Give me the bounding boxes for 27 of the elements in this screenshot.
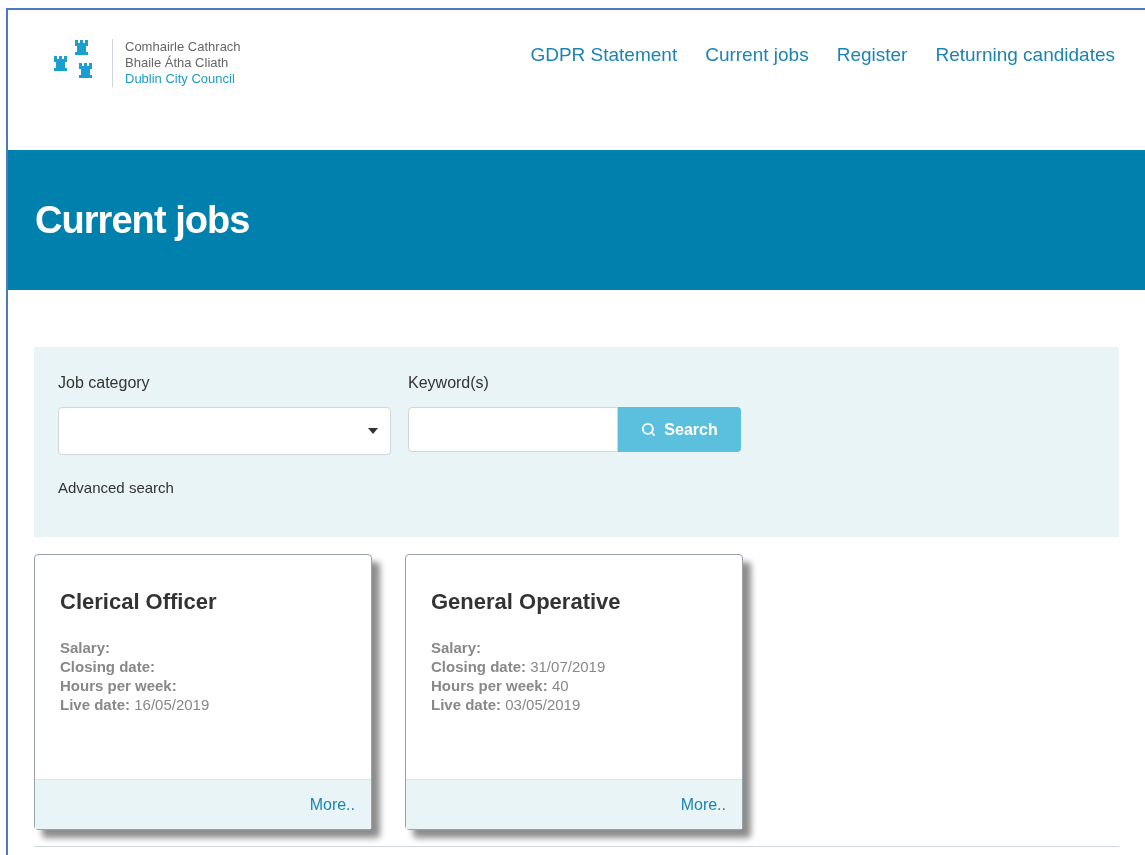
job-detail: Hours per week: 40 [431,676,570,695]
nav-link[interactable]: Current jobs [705,41,809,70]
logo-text: Bhaile Átha Cliath [125,55,230,71]
more-link[interactable]: More.. [309,792,355,817]
keyword-field[interactable] [408,407,618,452]
job-detail: Closing date: [60,657,156,676]
field-label: Keyword(s) [408,373,490,393]
field-label: Job category [58,373,151,393]
job-detail: Live date: 03/05/2019 [431,695,582,714]
more-link[interactable]: More.. [680,792,726,817]
job-detail: Hours per week: [60,676,178,695]
nav-link[interactable]: GDPR Statement [530,41,678,70]
job-title: General Operative [431,588,622,616]
job-detail: Salary: [431,638,483,657]
category-select[interactable] [58,407,391,455]
nav-link[interactable]: Returning candidates [935,41,1115,70]
logo-text: Comhairle Cathrach [125,39,241,55]
page-title: Current jobs [35,197,250,243]
job-title: Clerical Officer [60,588,218,616]
job-detail: Salary: [60,638,112,657]
caret-icon [368,428,378,434]
logo-text: Dublin City Council [125,71,236,87]
job-detail: Closing date: 31/07/2019 [431,657,607,676]
nav-link[interactable]: Register [836,41,908,70]
advanced-search-link[interactable]: Advanced search [58,477,174,500]
search-icon [641,422,657,437]
job-detail: Live date: 16/05/2019 [60,695,211,714]
